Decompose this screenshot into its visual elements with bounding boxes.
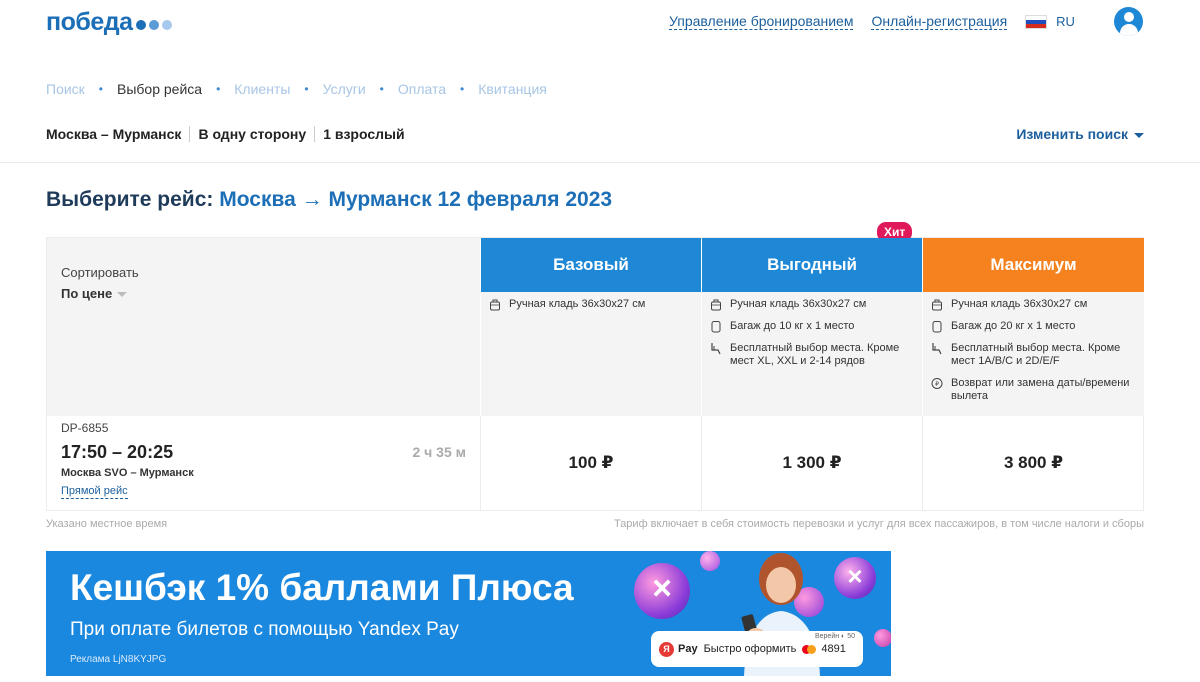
refund-icon: ₽ <box>931 378 943 389</box>
step-separator: • <box>98 82 103 96</box>
language-selector[interactable]: RU <box>1056 14 1075 29</box>
sort-dropdown[interactable]: По цене <box>61 286 480 301</box>
seat-icon <box>932 343 942 355</box>
feature-item: Ручная кладь 36x30x27 см <box>489 298 695 311</box>
direct-flight-link[interactable]: Прямой рейс <box>61 485 128 499</box>
svg-text:₽: ₽ <box>935 381 939 388</box>
user-account-icon[interactable] <box>1114 7 1143 36</box>
plus-orb-icon: × <box>834 557 876 599</box>
step-receipt: Квитанция <box>478 81 547 97</box>
change-search-label: Изменить поиск <box>1016 126 1128 142</box>
sort-value: По цене <box>61 286 113 301</box>
baggage-icon <box>711 321 721 333</box>
chevron-down-icon <box>1134 132 1144 138</box>
divider <box>0 162 1200 163</box>
booking-steps: Поиск • Выбор рейса • Клиенты • Услуги •… <box>46 81 547 97</box>
step-search[interactable]: Поиск <box>46 81 85 97</box>
plus-orb-icon <box>700 551 720 571</box>
russia-flag-icon[interactable] <box>1025 14 1048 29</box>
flight-info: DP-6855 17:50 – 20:25 Москва SVO – Мурма… <box>47 416 480 510</box>
pay-action-label: Быстро оформить <box>703 643 797 655</box>
feature-item: Багаж до 20 кг x 1 место <box>931 320 1138 333</box>
step-services: Услуги <box>322 81 366 97</box>
banner-title: Кешбэк 1% баллами Плюса <box>70 567 574 608</box>
flight-number: DP-6855 <box>61 421 109 435</box>
title-from-city: Москва <box>219 188 296 211</box>
feature-text: Багаж до 20 кг x 1 место <box>951 320 1076 332</box>
arrow-right-icon: → <box>301 188 323 211</box>
fare-includes-note: Тариф включает в себя стоимость перевозк… <box>613 518 1144 530</box>
step-separator: • <box>379 82 384 96</box>
feature-item: Багаж до 10 кг x 1 место <box>710 320 916 333</box>
top-nav: Управление бронированием Онлайн-регистра… <box>669 13 1075 30</box>
tariff-features-maximum: Ручная кладь 36x30x27 см Багаж до 20 кг … <box>923 292 1144 416</box>
summary-trip-type: В одну сторону <box>198 126 307 142</box>
tariff-header-basic: Базовый <box>481 238 701 292</box>
plus-orb-icon: × <box>634 563 690 619</box>
tariff-header-maximum: Максимум <box>923 238 1144 292</box>
yandex-pay-ad-banner[interactable]: Кешбэк 1% баллами Плюса При оплате билет… <box>46 551 891 676</box>
tariff-features-profitable: Ручная кладь 36x30x27 см Багаж до 10 кг … <box>702 292 922 416</box>
step-separator: • <box>460 82 465 96</box>
yandex-logo-icon: Я <box>659 641 674 657</box>
pay-label: Pay <box>678 643 698 655</box>
feature-item: ₽ Возврат или замена даты/времени вылета <box>931 377 1138 403</box>
title-to-city-date: Мурманск 12 февраля 2023 <box>328 188 613 211</box>
pay-meta: Верейн ◐ 50 <box>814 633 855 640</box>
hand-luggage-icon <box>490 299 500 311</box>
baggage-icon <box>932 321 942 333</box>
feature-text: Багаж до 10 кг x 1 место <box>730 320 855 332</box>
chevron-down-icon <box>117 292 128 298</box>
feature-text: Ручная кладь 36x30x27 см <box>951 298 1088 310</box>
hand-luggage-icon <box>932 299 942 311</box>
step-flight-select: Выбор рейса <box>117 81 203 97</box>
mastercard-icon <box>802 644 817 654</box>
feature-text: Возврат или замена даты/времени вылета <box>951 377 1130 402</box>
tariff-features-basic: Ручная кладь 36x30x27 см <box>481 292 701 416</box>
sort-label: Сортировать <box>61 265 139 280</box>
price-profitable-button[interactable]: 1 300 ₽ <box>702 416 922 510</box>
feature-text: Бесплатный выбор места. Кроме мест XL, X… <box>730 342 900 367</box>
feature-text: Ручная кладь 36x30x27 см <box>509 298 646 310</box>
feature-text: Бесплатный выбор места. Кроме мест 1A/B/… <box>951 342 1121 367</box>
step-separator: • <box>304 82 309 96</box>
fares-table: Сортировать По цене Хит Базовый Выгодный… <box>46 222 1144 511</box>
flight-duration: 2 ч 35 м <box>412 444 466 460</box>
manage-booking-link[interactable]: Управление бронированием <box>669 13 854 30</box>
card-number: 4891 <box>821 643 846 655</box>
banner-subtitle: При оплате билетов с помощью Yandex Pay <box>70 619 459 640</box>
feature-text: Ручная кладь 36x30x27 см <box>730 298 867 310</box>
step-separator: • <box>216 82 221 96</box>
summary-passengers: 1 взрослый <box>323 126 405 142</box>
sort-cell: Сортировать По цене <box>47 238 480 416</box>
banner-ad-label: Реклама LjN8KYJPG <box>70 654 167 665</box>
price-basic-button[interactable]: 100 ₽ <box>481 416 701 510</box>
step-payment: Оплата <box>397 81 447 97</box>
yandex-pay-button[interactable]: Я Pay Быстро оформить 4891 Верейн ◐ 50 <box>651 631 863 667</box>
title-prefix: Выберите рейс: <box>46 188 214 211</box>
search-summary: Москва – Мурманск В одну сторону 1 взрос… <box>46 126 405 142</box>
pobeda-logo[interactable]: победа <box>46 8 172 37</box>
feature-item: Ручная кладь 36x30x27 см <box>710 298 916 311</box>
seat-icon <box>711 343 721 355</box>
logo-dots <box>135 20 172 30</box>
feature-item: Бесплатный выбор места. Кроме мест XL, X… <box>710 342 916 368</box>
change-search-button[interactable]: Изменить поиск <box>1016 126 1144 142</box>
price-maximum-button[interactable]: 3 800 ₽ <box>923 416 1144 510</box>
hand-luggage-icon <box>711 299 721 311</box>
logo-text: победа <box>46 8 133 36</box>
feature-item: Бесплатный выбор места. Кроме мест 1A/B/… <box>931 342 1138 368</box>
online-checkin-link[interactable]: Онлайн-регистрация <box>871 13 1008 30</box>
tariff-header-profitable: Выгодный <box>702 238 922 292</box>
step-clients: Клиенты <box>234 81 291 97</box>
local-time-note: Указано местное время <box>46 518 168 530</box>
summary-route: Москва – Мурманск <box>46 126 182 142</box>
plus-orb-icon <box>874 629 891 647</box>
feature-item: Ручная кладь 36x30x27 см <box>931 298 1138 311</box>
page-title: Выберите рейс: Москва → Мурманск 12 февр… <box>46 188 612 212</box>
flight-route: Москва SVO – Мурманск <box>61 467 194 479</box>
